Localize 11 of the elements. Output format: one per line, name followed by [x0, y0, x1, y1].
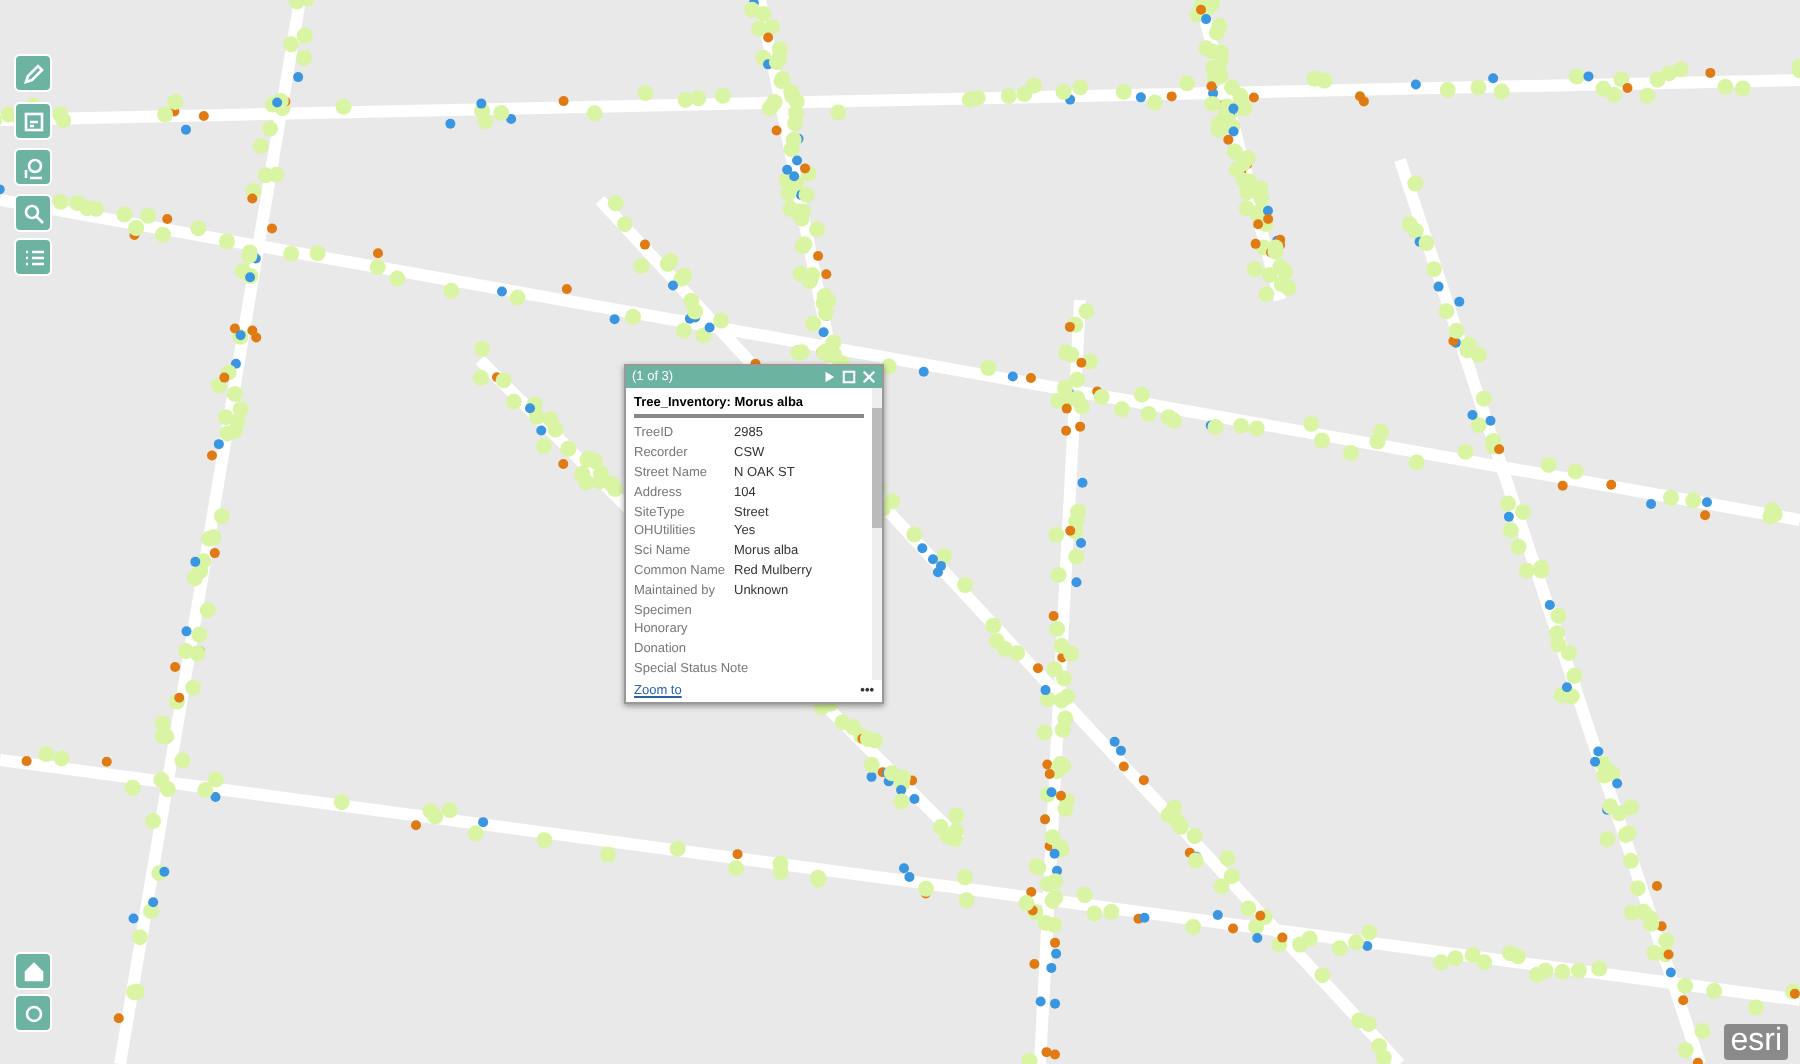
- note-icon[interactable]: [14, 102, 52, 140]
- scrollbar[interactable]: [872, 388, 882, 680]
- locate-icon[interactable]: [14, 994, 52, 1032]
- home-icon[interactable]: [14, 952, 52, 990]
- logo: esri: [1724, 1024, 1788, 1060]
- edit-icon[interactable]: [14, 54, 52, 92]
- search-icon[interactable]: [14, 194, 52, 232]
- list-icon[interactable]: [14, 238, 52, 276]
- maximize-icon[interactable]: [842, 370, 856, 384]
- next-icon[interactable]: [822, 370, 836, 384]
- close-icon[interactable]: [862, 370, 876, 384]
